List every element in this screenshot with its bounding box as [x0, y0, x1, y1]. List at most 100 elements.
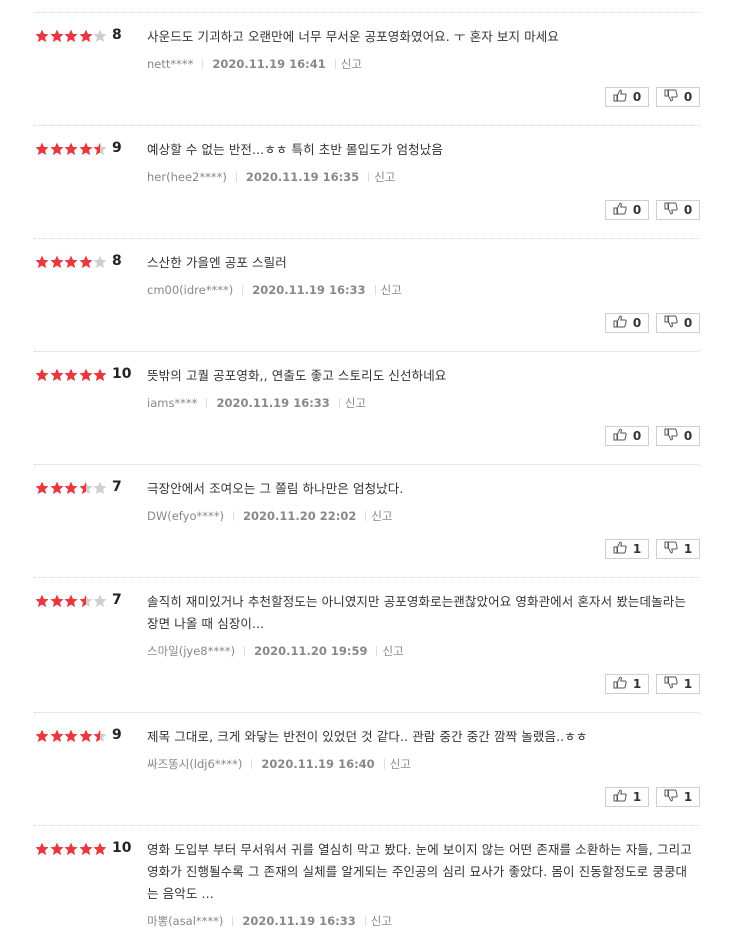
thumbs-up-icon — [613, 202, 633, 218]
star-icon — [93, 481, 107, 495]
report-link[interactable]: 신고 — [341, 56, 362, 72]
dislike-count: 0 — [683, 316, 693, 330]
review-comment: 영화 도입부 부터 무서워서 귀를 열심히 막고 봤다. 눈에 보이지 않는 어… — [147, 842, 692, 901]
reviewer-id: 마뽕(asal****) — [147, 914, 224, 928]
vote-buttons: 11 — [598, 674, 700, 694]
reviewer-id: DW(efyo****) — [147, 509, 224, 523]
star-icon — [79, 481, 93, 495]
like-count: 1 — [632, 677, 642, 691]
star-icon — [93, 255, 107, 269]
vote-buttons: 00 — [598, 87, 700, 107]
like-button[interactable]: 1 — [605, 539, 649, 559]
star-icon — [64, 594, 78, 608]
dislike-count: 0 — [683, 203, 693, 217]
like-button[interactable]: 0 — [605, 200, 649, 220]
vote-buttons: 11 — [598, 787, 700, 807]
star-rating — [35, 594, 108, 608]
divider — [251, 759, 253, 769]
thumbs-down-icon — [664, 202, 684, 218]
review-list: 8 사운드도 기괴하고 오랜만에 너무 무서운 공포영화였어요. ㅜ 혼자 보지 … — [34, 12, 700, 936]
thumbs-down-icon — [664, 315, 684, 331]
review-comment: 스산한 가을엔 공포 스릴러 — [147, 255, 287, 270]
star-rating — [35, 255, 108, 269]
star-rating — [35, 142, 108, 156]
report-link[interactable]: 신고 — [390, 756, 411, 772]
like-button[interactable]: 0 — [605, 313, 649, 333]
review-score: 8 — [112, 27, 122, 43]
review-comment: 솔직히 재미있거나 추천할정도는 아니였지만 공포영화로는괜찮았어요 영화관에서… — [147, 594, 686, 631]
dislike-count: 1 — [683, 677, 693, 691]
review-meta: cm00(idre****) 2020.11.19 16:33 신고 — [147, 282, 402, 298]
divider — [383, 759, 385, 769]
thumbs-down-icon — [664, 676, 684, 692]
divider — [242, 285, 244, 295]
thumbs-down-icon — [664, 789, 684, 805]
review-item: 9 제목 그대로, 크게 와닿는 반전이 있었던 것 같다.. 관람 중간 중간 … — [34, 712, 700, 825]
star-icon — [35, 481, 49, 495]
review-meta: 마뽕(asal****) 2020.11.19 16:33 신고 — [147, 913, 392, 929]
review-score: 10 — [112, 366, 132, 382]
star-icon — [64, 142, 78, 156]
star-icon — [79, 29, 93, 43]
reviewer-id: iams**** — [147, 396, 198, 410]
dislike-count: 1 — [683, 542, 693, 556]
star-rating — [35, 481, 108, 495]
star-icon — [35, 842, 49, 856]
star-icon — [79, 594, 93, 608]
star-icon — [50, 142, 64, 156]
like-button[interactable]: 1 — [605, 674, 649, 694]
star-icon — [64, 481, 78, 495]
dislike-button[interactable]: 1 — [656, 787, 700, 807]
star-icon — [93, 842, 107, 856]
dislike-button[interactable]: 0 — [656, 313, 700, 333]
dislike-count: 0 — [683, 429, 693, 443]
review-score: 10 — [112, 840, 132, 856]
review-item: 8 스산한 가을엔 공포 스릴러 cm00(idre****) 2020.11.19 … — [34, 238, 700, 351]
dislike-button[interactable]: 1 — [656, 539, 700, 559]
divider — [244, 646, 246, 656]
like-button[interactable]: 1 — [605, 787, 649, 807]
star-icon — [50, 255, 64, 269]
report-link[interactable]: 신고 — [371, 508, 392, 524]
report-link[interactable]: 신고 — [381, 282, 402, 298]
divider — [365, 511, 367, 521]
like-count: 0 — [632, 316, 642, 330]
review-item: 7 솔직히 재미있거나 추천할정도는 아니였지만 공포영화로는괜찮았어요 영화관에… — [34, 577, 700, 712]
star-icon — [79, 729, 93, 743]
review-item: 7 극장안에서 조여오는 그 쫄림 하나만은 엄청났다. DW(efyo****) 2… — [34, 464, 700, 577]
report-link[interactable]: 신고 — [345, 395, 366, 411]
dislike-count: 0 — [683, 90, 693, 104]
like-button[interactable]: 0 — [605, 426, 649, 446]
star-rating — [35, 842, 108, 856]
dislike-button[interactable]: 1 — [656, 674, 700, 694]
dislike-button[interactable]: 0 — [656, 200, 700, 220]
report-link[interactable]: 신고 — [371, 913, 392, 929]
star-icon — [35, 729, 49, 743]
review-comment: 뜻밖의 고퀄 공포영화,, 연출도 좋고 스토리도 신선하네요 — [147, 368, 447, 383]
dislike-button[interactable]: 0 — [656, 426, 700, 446]
review-meta: 스마일(jye8****) 2020.11.20 19:59 신고 — [147, 643, 404, 659]
divider — [338, 398, 340, 408]
thumbs-up-icon — [613, 315, 633, 331]
dislike-button[interactable]: 0 — [656, 87, 700, 107]
divider — [334, 59, 336, 69]
thumbs-down-icon — [664, 89, 684, 105]
like-button[interactable]: 0 — [605, 87, 649, 107]
thumbs-up-icon — [613, 89, 633, 105]
review-date: 2020.11.19 16:33 — [252, 283, 366, 297]
star-icon — [79, 142, 93, 156]
report-link[interactable]: 신고 — [382, 643, 403, 659]
review-date: 2020.11.19 16:33 — [216, 396, 330, 410]
report-link[interactable]: 신고 — [374, 169, 395, 185]
star-rating — [35, 729, 108, 743]
review-date: 2020.11.19 16:35 — [245, 170, 360, 184]
reviewer-id: cm00(idre****) — [147, 283, 234, 297]
review-meta: iams**** 2020.11.19 16:33 신고 — [147, 395, 366, 411]
thumbs-up-icon — [613, 676, 633, 692]
review-date: 2020.11.20 22:02 — [242, 509, 357, 523]
vote-buttons: 11 — [598, 539, 700, 559]
thumbs-up-icon — [613, 789, 633, 805]
divider — [374, 285, 376, 295]
divider — [364, 916, 366, 926]
like-count: 0 — [632, 429, 642, 443]
